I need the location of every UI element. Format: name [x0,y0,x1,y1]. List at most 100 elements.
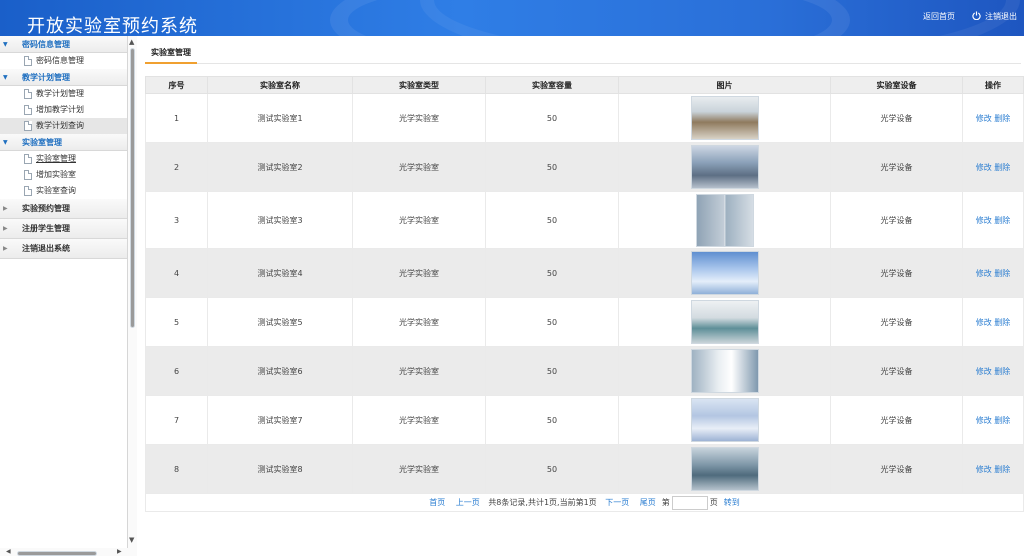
go-page-link[interactable]: 转到 [724,498,740,507]
cell-type: 光学实验室 [352,297,486,347]
last-page-link[interactable]: 尾页 [640,498,656,507]
delete-link[interactable]: 删除 [994,367,1010,376]
tab-lab-manage[interactable]: 实验室管理 [145,47,197,64]
sidebar-item-add-lab[interactable]: 增加实验室 [0,167,127,183]
expanded-arrow-icon: ▼ [3,139,8,146]
sidebar-item-label: 实验室查询 [36,186,76,195]
scroll-right-icon[interactable]: ▶ [117,548,122,555]
home-link[interactable]: 返回首页 [923,11,955,22]
document-icon [24,56,32,66]
sidebar-group-teaching-plan[interactable]: ▼ 教学计划管理 [0,69,127,86]
edit-link[interactable]: 修改 [976,367,992,376]
cell-capacity: 50 [485,444,619,494]
cell-no: 1 [145,93,208,143]
page-suffix: 页 [709,498,718,507]
cell-image [618,248,831,298]
table-row: 8 测试实验室8 光学实验室 50 光学设备 修改 删除 [145,444,1024,494]
sidebar-group-students[interactable]: ▶ 注册学生管理 [0,219,127,239]
logout-link[interactable]: 注销退出 [985,11,1017,22]
collapsed-arrow-icon: ▶ [3,245,8,252]
cell-name: 测试实验室4 [207,248,353,298]
sidebar-group-password[interactable]: ▼ 密码信息管理 [0,36,127,53]
table-row: 2 测试实验室2 光学实验室 50 光学设备 修改 删除 [145,142,1024,192]
sidebar-item-teaching-plan-query[interactable]: 教学计划查询 [0,118,127,134]
cell-capacity: 50 [485,142,619,192]
delete-link[interactable]: 删除 [994,269,1010,278]
sidebar-group-label: 注册学生管理 [22,224,70,233]
lab-photo [690,145,759,189]
table-row: 4 测试实验室4 光学实验室 50 光学设备 修改 删除 [145,248,1024,298]
delete-link[interactable]: 删除 [994,318,1010,327]
table-row: 5 测试实验室5 光学实验室 50 光学设备 修改 删除 [145,297,1024,347]
edit-link[interactable]: 修改 [976,269,992,278]
page-label: 第 [661,498,670,507]
cell-name: 测试实验室7 [207,395,353,445]
edit-link[interactable]: 修改 [976,163,992,172]
scroll-up-icon[interactable]: ▲ [129,38,134,46]
cell-image [618,444,831,494]
scrollbar-thumb[interactable] [130,48,135,328]
cell-equipment: 光学设备 [830,346,963,396]
cell-actions: 修改 删除 [962,395,1024,445]
sidebar-item-teaching-plan-manage[interactable]: 教学计划管理 [0,86,127,102]
cell-name: 测试实验室5 [207,297,353,347]
table-row: 3 测试实验室3 光学实验室 50 光学设备 修改 删除 [145,191,1024,249]
sidebar-item-lab-manage[interactable]: 实验室管理 [0,151,127,167]
edit-link[interactable]: 修改 [976,318,992,327]
delete-link[interactable]: 删除 [994,216,1010,225]
delete-link[interactable]: 删除 [994,465,1010,474]
scrollbar-thumb[interactable] [17,551,97,556]
cell-type: 光学实验室 [352,93,486,143]
edit-link[interactable]: 修改 [976,216,992,225]
column-header: 图片 [618,76,831,94]
cell-no: 4 [145,248,208,298]
sidebar: ▼ 密码信息管理 密码信息管理 ▼ 教学计划管理 教学计划管理 增加教学计划 教… [0,36,128,548]
delete-link[interactable]: 删除 [994,416,1010,425]
cell-image [618,93,831,143]
column-header: 序号 [145,76,208,94]
sidebar-horizontal-scrollbar[interactable]: ◀ ▶ [0,548,137,556]
sidebar-vertical-scrollbar[interactable]: ▲ ▼ [128,36,137,548]
sidebar-group-label: 实验室管理 [22,138,62,147]
sidebar-group-lab[interactable]: ▼ 实验室管理 [0,134,127,151]
expanded-arrow-icon: ▼ [3,41,8,48]
sidebar-group-label: 注销退出系统 [22,244,70,253]
delete-link[interactable]: 删除 [994,163,1010,172]
cell-type: 光学实验室 [352,142,486,192]
main-content: 实验室管理 序号 实验室名称 实验室类型 实验室容量 图片 实验室设备 操作 1… [137,36,1024,556]
cell-type: 光学实验室 [352,248,486,298]
prev-page-link[interactable]: 上一页 [456,498,480,507]
sidebar-group-logout[interactable]: ▶ 注销退出系统 [0,239,127,259]
lab-photo [690,398,759,442]
edit-link[interactable]: 修改 [976,416,992,425]
sidebar-item-add-teaching-plan[interactable]: 增加教学计划 [0,102,127,118]
lab-photo [690,251,759,295]
delete-link[interactable]: 删除 [994,114,1010,123]
tab-bar: 实验室管理 [145,44,1021,64]
scroll-down-icon[interactable]: ▼ [129,536,134,544]
edit-link[interactable]: 修改 [976,465,992,474]
lab-photo [690,447,759,491]
sidebar-group-reservation[interactable]: ▶ 实验预约管理 [0,199,127,219]
sidebar-item-label: 密码信息管理 [36,56,84,65]
edit-link[interactable]: 修改 [976,114,992,123]
power-icon[interactable] [972,11,981,20]
cell-name: 测试实验室8 [207,444,353,494]
document-icon [24,89,32,99]
first-page-link[interactable]: 首页 [429,498,445,507]
cell-image [618,297,831,347]
table-row: 1 测试实验室1 光学实验室 50 光学设备 修改 删除 [145,93,1024,143]
document-icon [24,121,32,131]
app-title: 开放实验室预约系统 [27,16,198,36]
pagination: 首页 上一页 共8条记录,共计1页,当前第1页 下一页 尾页第 页转到 [145,493,1024,512]
column-header: 实验室名称 [207,76,353,94]
next-page-link[interactable]: 下一页 [605,498,629,507]
sidebar-item-label: 实验室管理 [36,154,76,163]
cell-type: 光学实验室 [352,346,486,396]
collapsed-arrow-icon: ▶ [3,205,8,212]
sidebar-item-lab-query[interactable]: 实验室查询 [0,183,127,199]
page-number-input[interactable] [671,495,708,510]
scroll-left-icon[interactable]: ◀ [6,548,11,555]
sidebar-item-password-manage[interactable]: 密码信息管理 [0,53,127,69]
collapsed-arrow-icon: ▶ [3,225,8,232]
